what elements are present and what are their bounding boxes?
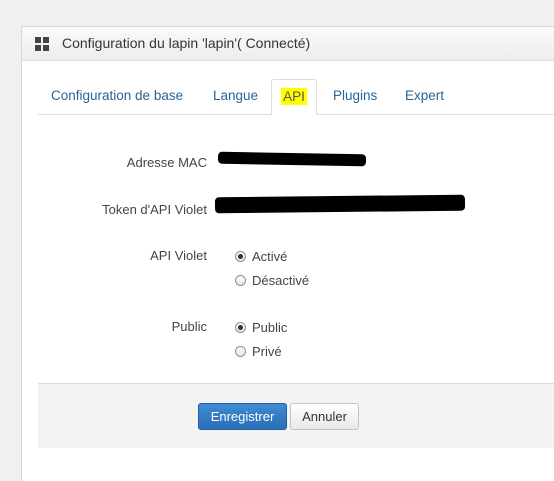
tab-api-label: API — [281, 88, 307, 105]
radio-icon[interactable] — [235, 345, 246, 357]
private-option-label: Privé — [252, 343, 282, 359]
config-panel: Configuration du lapin 'lapin'( Connecté… — [21, 26, 554, 481]
public-label: Public — [171, 319, 207, 334]
tab-api[interactable]: API — [271, 79, 317, 115]
api-violet-inactive-label: Désactivé — [252, 272, 310, 288]
tab-langue[interactable]: Langue — [213, 79, 258, 114]
private-option[interactable]: Privé — [235, 342, 282, 360]
tab-expert[interactable]: Expert — [405, 79, 444, 114]
tab-configuration-de-base[interactable]: Configuration de base — [51, 79, 183, 114]
form-footer: Enregistrer Annuler — [38, 383, 554, 448]
radio-icon[interactable] — [235, 321, 246, 333]
api-violet-inactive-option[interactable]: Désactivé — [235, 271, 309, 289]
panel-header: Configuration du lapin 'lapin'( Connecté… — [22, 27, 554, 61]
api-violet-active-label: Activé — [252, 248, 288, 264]
tab-plugins[interactable]: Plugins — [333, 79, 377, 114]
token-value-redacted — [214, 194, 466, 214]
public-option[interactable]: Public — [235, 318, 287, 336]
token-label: Token d'API Violet — [102, 202, 207, 217]
radio-icon[interactable] — [235, 274, 246, 286]
tab-bar: Configuration de base Langue API Plugins… — [38, 79, 554, 115]
api-violet-label: API Violet — [150, 248, 207, 263]
grid-icon — [35, 37, 49, 51]
save-button[interactable]: Enregistrer — [198, 403, 287, 430]
mac-label: Adresse MAC — [126, 155, 207, 170]
api-violet-active-option[interactable]: Activé — [235, 247, 287, 265]
panel-title: Configuration du lapin 'lapin'( Connecté… — [62, 35, 311, 51]
mac-value-redacted — [217, 151, 367, 167]
radio-icon[interactable] — [235, 250, 246, 262]
public-option-label: Public — [252, 319, 288, 335]
cancel-button[interactable]: Annuler — [290, 403, 359, 430]
